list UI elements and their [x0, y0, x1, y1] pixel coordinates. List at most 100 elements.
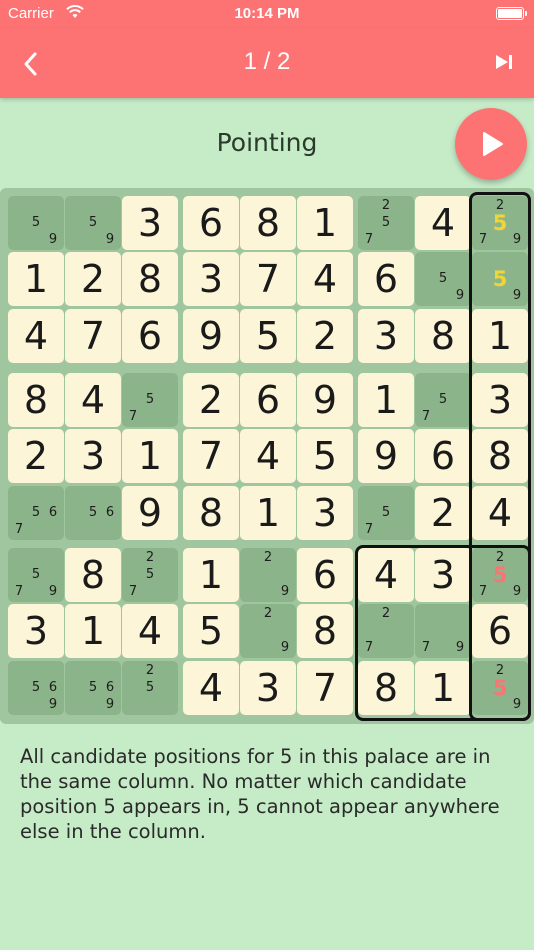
- sudoku-cell-given[interactable]: 8: [240, 196, 296, 250]
- sudoku-cell-candidates[interactable]: 56 9: [8, 661, 64, 715]
- sudoku-cell-given[interactable]: 6: [415, 429, 471, 483]
- candidate: 6: [48, 505, 58, 520]
- sudoku-cell-candidates[interactable]: 29: [240, 548, 296, 602]
- sudoku-cell-given[interactable]: 6: [240, 373, 296, 427]
- sudoku-cell-given[interactable]: 1: [358, 373, 414, 427]
- sudoku-cell-given[interactable]: 3: [183, 252, 239, 306]
- sudoku-cell-given[interactable]: 6: [472, 604, 528, 658]
- skip-to-end-button[interactable]: [492, 50, 516, 74]
- candidate: 5: [88, 215, 98, 230]
- sudoku-cell-candidates[interactable]: 29: [240, 604, 296, 658]
- sudoku-cell-given[interactable]: 2: [8, 429, 64, 483]
- sudoku-cell-candidates[interactable]: 259: [472, 661, 528, 715]
- sudoku-cell-given[interactable]: 4: [65, 373, 121, 427]
- sudoku-cell-given[interactable]: 1: [65, 604, 121, 658]
- sudoku-cell-given[interactable]: 9: [183, 309, 239, 363]
- cell-digit: 1: [80, 609, 106, 653]
- sudoku-cell-given[interactable]: 9: [358, 429, 414, 483]
- sudoku-cell-given[interactable]: 4: [297, 252, 353, 306]
- sudoku-cell-given[interactable]: 4: [8, 309, 64, 363]
- sudoku-cell-given[interactable]: 5: [183, 604, 239, 658]
- sudoku-cell-given[interactable]: 2: [183, 373, 239, 427]
- play-button[interactable]: [455, 108, 527, 180]
- sudoku-cell-candidates[interactable]: 2 57: [358, 196, 414, 250]
- cell-digit: 6: [373, 257, 399, 301]
- sudoku-cell-given[interactable]: 9: [297, 373, 353, 427]
- sudoku-cell-given[interactable]: 3: [358, 309, 414, 363]
- sudoku-cell-given[interactable]: 7: [297, 661, 353, 715]
- sudoku-cell-given[interactable]: 8: [65, 548, 121, 602]
- sudoku-cell-candidates[interactable]: 2 57: [122, 548, 178, 602]
- sudoku-cell-given[interactable]: 3: [8, 604, 64, 658]
- cell-digit: 1: [198, 553, 224, 597]
- cell-digit: 9: [373, 434, 399, 478]
- sudoku-cell-candidates[interactable]: 79: [415, 604, 471, 658]
- sudoku-cell-given[interactable]: 1: [183, 548, 239, 602]
- skip-end-icon: [496, 55, 512, 69]
- sudoku-cell-given[interactable]: 1: [415, 661, 471, 715]
- sudoku-cell-given[interactable]: 2: [415, 486, 471, 540]
- sudoku-cell-given[interactable]: 9: [122, 486, 178, 540]
- sudoku-cell-given[interactable]: 6: [122, 309, 178, 363]
- sudoku-cell-candidates[interactable]: 25: [122, 661, 178, 715]
- sudoku-cell-candidates[interactable]: 57: [122, 373, 178, 427]
- sudoku-cell-candidates[interactable]: 56: [65, 486, 121, 540]
- sudoku-cell-given[interactable]: 5: [297, 429, 353, 483]
- cell-digit: 8: [23, 378, 49, 422]
- sudoku-cell-given[interactable]: 7: [183, 429, 239, 483]
- sudoku-cell-given[interactable]: 3: [297, 486, 353, 540]
- sudoku-cell-given[interactable]: 7: [240, 252, 296, 306]
- candidate: 7: [14, 522, 24, 537]
- sudoku-cell-given[interactable]: 4: [122, 604, 178, 658]
- sudoku-cell-given[interactable]: 8: [297, 604, 353, 658]
- candidate: 2: [145, 550, 155, 565]
- sudoku-cell-candidates[interactable]: 59: [415, 252, 471, 306]
- sudoku-cell-given[interactable]: 6: [183, 196, 239, 250]
- sudoku-cell-given[interactable]: 4: [240, 429, 296, 483]
- sudoku-cell-candidates[interactable]: 59: [8, 196, 64, 250]
- sudoku-cell-candidates[interactable]: 57: [358, 486, 414, 540]
- sudoku-cell-candidates[interactable]: 59: [65, 196, 121, 250]
- sudoku-cell-given[interactable]: 4: [183, 661, 239, 715]
- sudoku-cell-given[interactable]: 3: [122, 196, 178, 250]
- sudoku-cell-candidates[interactable]: 56 7: [8, 486, 64, 540]
- cell-digit: 4: [430, 201, 456, 245]
- sudoku-cell-candidates[interactable]: 2579: [472, 196, 528, 250]
- candidate: 5: [145, 567, 155, 582]
- sudoku-cell-given[interactable]: 3: [415, 548, 471, 602]
- sudoku-cell-given[interactable]: 3: [240, 661, 296, 715]
- sudoku-cell-given[interactable]: 1: [240, 486, 296, 540]
- sudoku-cell-given[interactable]: 1: [122, 429, 178, 483]
- sudoku-cell-given[interactable]: 4: [472, 486, 528, 540]
- sudoku-cell-given[interactable]: 8: [183, 486, 239, 540]
- sudoku-cell-candidates[interactable]: 27: [358, 604, 414, 658]
- sudoku-cell-given[interactable]: 8: [8, 373, 64, 427]
- sudoku-cell-given[interactable]: 3: [65, 429, 121, 483]
- sudoku-cell-given[interactable]: 2: [297, 309, 353, 363]
- sudoku-cell-given[interactable]: 5: [240, 309, 296, 363]
- sudoku-cell-given[interactable]: 4: [358, 548, 414, 602]
- sudoku-cell-candidates[interactable]: 59: [472, 252, 528, 306]
- sudoku-cell-given[interactable]: 6: [297, 548, 353, 602]
- sudoku-cell-given[interactable]: 7: [65, 309, 121, 363]
- sudoku-cell-given[interactable]: 1: [472, 309, 528, 363]
- sudoku-cell-given[interactable]: 8: [415, 309, 471, 363]
- candidate: 7: [364, 232, 374, 247]
- sudoku-cell-given[interactable]: 8: [122, 252, 178, 306]
- sudoku-cell-candidates[interactable]: 2579: [472, 548, 528, 602]
- sudoku-cell-given[interactable]: 8: [358, 661, 414, 715]
- sudoku-cell-candidates[interactable]: 57 9: [8, 548, 64, 602]
- sudoku-cell-given[interactable]: 3: [472, 373, 528, 427]
- sudoku-board: 5959368125742579128374659594769523818457…: [0, 188, 534, 724]
- sudoku-cell-candidates[interactable]: 57: [415, 373, 471, 427]
- sudoku-cell-given[interactable]: 1: [8, 252, 64, 306]
- sudoku-cell-given[interactable]: 2: [65, 252, 121, 306]
- candidate: 9: [105, 697, 115, 712]
- cell-digit: 3: [255, 666, 281, 710]
- sudoku-cell-candidates[interactable]: 56 9: [65, 661, 121, 715]
- cell-digit: 5: [312, 434, 338, 478]
- sudoku-cell-given[interactable]: 8: [472, 429, 528, 483]
- sudoku-cell-given[interactable]: 1: [297, 196, 353, 250]
- sudoku-cell-given[interactable]: 6: [358, 252, 414, 306]
- sudoku-cell-given[interactable]: 4: [415, 196, 471, 250]
